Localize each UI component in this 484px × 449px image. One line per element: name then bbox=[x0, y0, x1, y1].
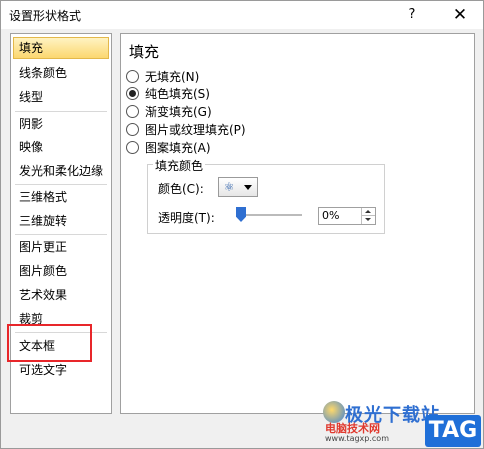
transparency-slider[interactable] bbox=[236, 207, 302, 223]
radio-pattern-fill[interactable]: 图案填充(A) bbox=[126, 138, 211, 156]
nav-item-alt-text[interactable]: 可选文字 bbox=[13, 359, 109, 381]
nav-item-3d-format[interactable]: 三维格式 bbox=[13, 186, 109, 208]
nav-divider bbox=[15, 184, 107, 185]
panel-title: 填充 bbox=[129, 43, 160, 61]
radio-button[interactable] bbox=[126, 140, 139, 154]
radio-button[interactable] bbox=[126, 122, 139, 136]
spin-up-button[interactable] bbox=[362, 208, 375, 216]
nav-item-line-style[interactable]: 线型 bbox=[13, 86, 109, 108]
help-button[interactable]: ? bbox=[399, 3, 425, 27]
paint-bucket-icon: ⚛ bbox=[223, 180, 235, 194]
radio-picture-texture-fill[interactable]: 图片或纹理填充(P) bbox=[126, 120, 246, 138]
nav-item-shadow[interactable]: 阴影 bbox=[13, 113, 109, 135]
transparency-value[interactable]: 0% bbox=[322, 209, 339, 222]
slider-thumb[interactable] bbox=[236, 207, 246, 222]
highlight-annotation bbox=[7, 324, 92, 362]
radio-solid-fill[interactable]: 纯色填充(S) bbox=[126, 84, 210, 102]
radio-button[interactable] bbox=[126, 104, 139, 118]
nav-item-reflection[interactable]: 映像 bbox=[13, 136, 109, 158]
close-button[interactable]: ✕ bbox=[445, 3, 475, 27]
group-title: 填充颜色 bbox=[153, 157, 206, 174]
radio-button[interactable] bbox=[126, 69, 139, 83]
radio-label: 无填充(N) bbox=[145, 69, 200, 84]
watermark-tag: TAG bbox=[425, 415, 481, 447]
nav-divider bbox=[15, 111, 107, 112]
spin-buttons bbox=[361, 208, 375, 224]
transparency-input[interactable]: 0% bbox=[318, 207, 376, 225]
watermark: 极光下载站 电脑技术网 www.tagxp.com TAG bbox=[323, 401, 483, 449]
chevron-down-icon bbox=[244, 184, 253, 190]
radio-label: 纯色填充(S) bbox=[145, 86, 210, 101]
nav-item-picture-corrections[interactable]: 图片更正 bbox=[13, 236, 109, 258]
radio-no-fill[interactable]: 无填充(N) bbox=[126, 67, 199, 85]
nav-item-artistic-effects[interactable]: 艺术效果 bbox=[13, 284, 109, 306]
fill-color-group: 填充颜色 颜色(C): ⚛ 透明度(T): 0% bbox=[147, 157, 385, 234]
color-picker-button[interactable]: ⚛ bbox=[218, 177, 258, 197]
transparency-label: 透明度(T): bbox=[158, 211, 215, 225]
dialog-title: 设置形状格式 bbox=[9, 9, 82, 23]
radio-gradient-fill[interactable]: 渐变填充(G) bbox=[126, 102, 212, 120]
radio-label: 图案填充(A) bbox=[145, 140, 211, 155]
nav-item-glow-soft-edges[interactable]: 发光和柔化边缘 bbox=[13, 160, 109, 182]
radio-label: 图片或纹理填充(P) bbox=[145, 122, 246, 137]
nav-item-picture-color[interactable]: 图片颜色 bbox=[13, 260, 109, 282]
spin-down-button[interactable] bbox=[362, 216, 375, 224]
nav-item-fill[interactable]: 填充 bbox=[13, 37, 109, 59]
format-shape-dialog: 设置形状格式 ? ✕ 填充 线条颜色 线型 阴影 映像 发光和柔化边缘 三维格式… bbox=[0, 0, 484, 449]
radio-label: 渐变填充(G) bbox=[145, 104, 212, 119]
radio-button-checked[interactable] bbox=[126, 86, 139, 100]
color-label: 颜色(C): bbox=[158, 182, 204, 196]
nav-item-3d-rotation[interactable]: 三维旋转 bbox=[13, 210, 109, 232]
fill-settings-panel: 填充 无填充(N) 纯色填充(S) 渐变填充(G) 图片或纹理填充(P) 图案填… bbox=[120, 33, 475, 414]
title-bar: 设置形状格式 ? ✕ bbox=[1, 1, 483, 29]
nav-item-line-color[interactable]: 线条颜色 bbox=[13, 62, 109, 84]
watermark-url: www.tagxp.com bbox=[325, 434, 389, 443]
nav-divider bbox=[15, 234, 107, 235]
